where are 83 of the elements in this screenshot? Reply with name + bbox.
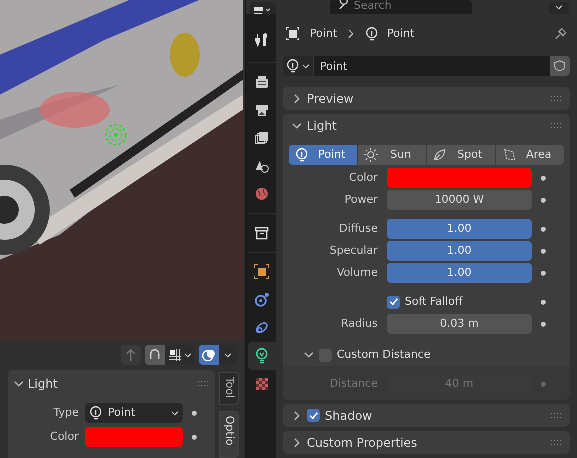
panel-title[interactable]: Light bbox=[307, 116, 545, 134]
magnet-icon bbox=[148, 348, 162, 362]
bulb-icon bbox=[286, 59, 300, 73]
search-input[interactable]: Search bbox=[354, 0, 444, 10]
field-label: Volume bbox=[336, 264, 379, 281]
overlapping-circles-icon bbox=[202, 348, 216, 362]
field-label: Color bbox=[49, 428, 80, 445]
overlay-toggle-button[interactable] bbox=[199, 345, 237, 365]
slider[interactable]: 1.00 bbox=[387, 241, 532, 261]
drag-handle-icon[interactable] bbox=[550, 440, 562, 446]
drag-handle-icon[interactable] bbox=[197, 381, 209, 387]
light-type-tab[interactable]: Area bbox=[496, 145, 564, 165]
field-label: Distance bbox=[328, 376, 379, 392]
chevron-down-icon[interactable] bbox=[14, 379, 24, 389]
breadcrumb-item[interactable]: Point bbox=[387, 26, 415, 42]
sidebar-tab[interactable]: Optio bbox=[219, 410, 239, 458]
caret-icon bbox=[184, 351, 192, 359]
properties-tab[interactable] bbox=[248, 342, 276, 370]
bulb-icon bbox=[254, 348, 270, 364]
color-swatch[interactable] bbox=[387, 168, 532, 188]
fake-user-button[interactable] bbox=[550, 56, 570, 76]
drag-handle-icon[interactable] bbox=[550, 96, 562, 102]
drag-handle-icon[interactable] bbox=[550, 412, 562, 418]
name-field[interactable]: Point bbox=[313, 56, 550, 76]
quad-icon bbox=[502, 148, 516, 162]
chevron-right-icon[interactable] bbox=[292, 438, 302, 448]
chevron-down-icon[interactable] bbox=[304, 350, 314, 360]
field-label: Diffuse bbox=[338, 220, 379, 237]
search-field[interactable]: Search bbox=[330, 0, 472, 14]
bulb-icon bbox=[365, 27, 380, 41]
caret-icon bbox=[224, 351, 232, 359]
panel-title[interactable]: Preview bbox=[307, 90, 545, 108]
color-swatch[interactable] bbox=[85, 427, 183, 447]
chevron-down-icon[interactable] bbox=[292, 120, 302, 130]
square-icon bbox=[254, 264, 270, 280]
field-label: Color bbox=[348, 170, 379, 186]
chevron-right-icon[interactable] bbox=[292, 410, 302, 420]
pin-icon[interactable] bbox=[554, 27, 568, 41]
image-stack-icon bbox=[254, 130, 270, 146]
panel-title[interactable]: Custom Properties bbox=[307, 434, 545, 452]
number-field[interactable]: 0.03 m bbox=[387, 314, 532, 334]
ring-icon bbox=[254, 320, 270, 336]
panel-title: Light bbox=[28, 376, 59, 393]
checkbox-label[interactable]: Soft Falloff bbox=[405, 294, 463, 310]
slider[interactable]: 1.00 bbox=[387, 219, 532, 239]
drag-handle-icon[interactable] bbox=[550, 122, 562, 128]
grid-icon bbox=[168, 348, 182, 362]
shield-icon bbox=[554, 60, 566, 72]
breadcrumb-item[interactable]: Point bbox=[310, 26, 338, 42]
arrow-up-icon bbox=[124, 348, 138, 362]
type-dropdown[interactable]: Point bbox=[85, 403, 183, 423]
transform-toggle-button[interactable] bbox=[121, 345, 141, 365]
field-label: Specular bbox=[328, 242, 379, 259]
orbit-dot-icon bbox=[254, 292, 270, 308]
caret-icon bbox=[302, 62, 310, 70]
chevron-right-icon bbox=[347, 29, 356, 39]
light-type-tab[interactable]: Point bbox=[289, 145, 357, 165]
sun-icon bbox=[364, 148, 378, 162]
globe-icon bbox=[254, 186, 270, 202]
bulb-icon bbox=[295, 148, 309, 162]
number-field[interactable]: 10000 W bbox=[387, 190, 532, 210]
snap-toggle-button[interactable] bbox=[145, 345, 195, 365]
light-type-tab[interactable]: Spot bbox=[427, 145, 495, 165]
datablock-type-button[interactable] bbox=[283, 56, 313, 76]
wrench-screwdriver-icon bbox=[254, 32, 270, 48]
checkbox[interactable] bbox=[387, 296, 400, 308]
slider[interactable]: 1.00 bbox=[387, 263, 532, 283]
subpanel-title[interactable]: Custom Distance bbox=[337, 346, 431, 364]
checkbox[interactable] bbox=[307, 409, 320, 422]
sidebar-tab[interactable]: Tool bbox=[219, 372, 239, 404]
caret-icon bbox=[555, 5, 563, 11]
leaf-icon bbox=[433, 148, 447, 162]
bulb-icon bbox=[89, 406, 103, 420]
caret-icon bbox=[171, 409, 179, 417]
field-label: Type bbox=[52, 404, 80, 421]
panel-title[interactable]: Shadow bbox=[325, 406, 545, 424]
chevron-right-icon[interactable] bbox=[292, 94, 302, 104]
field-label: Power bbox=[344, 192, 379, 208]
square-icon bbox=[286, 27, 300, 41]
checkerboard-icon bbox=[254, 376, 270, 392]
box-icon bbox=[254, 225, 270, 241]
light-type-tab[interactable]: Sun bbox=[358, 145, 426, 165]
field-label: Radius bbox=[340, 316, 379, 332]
